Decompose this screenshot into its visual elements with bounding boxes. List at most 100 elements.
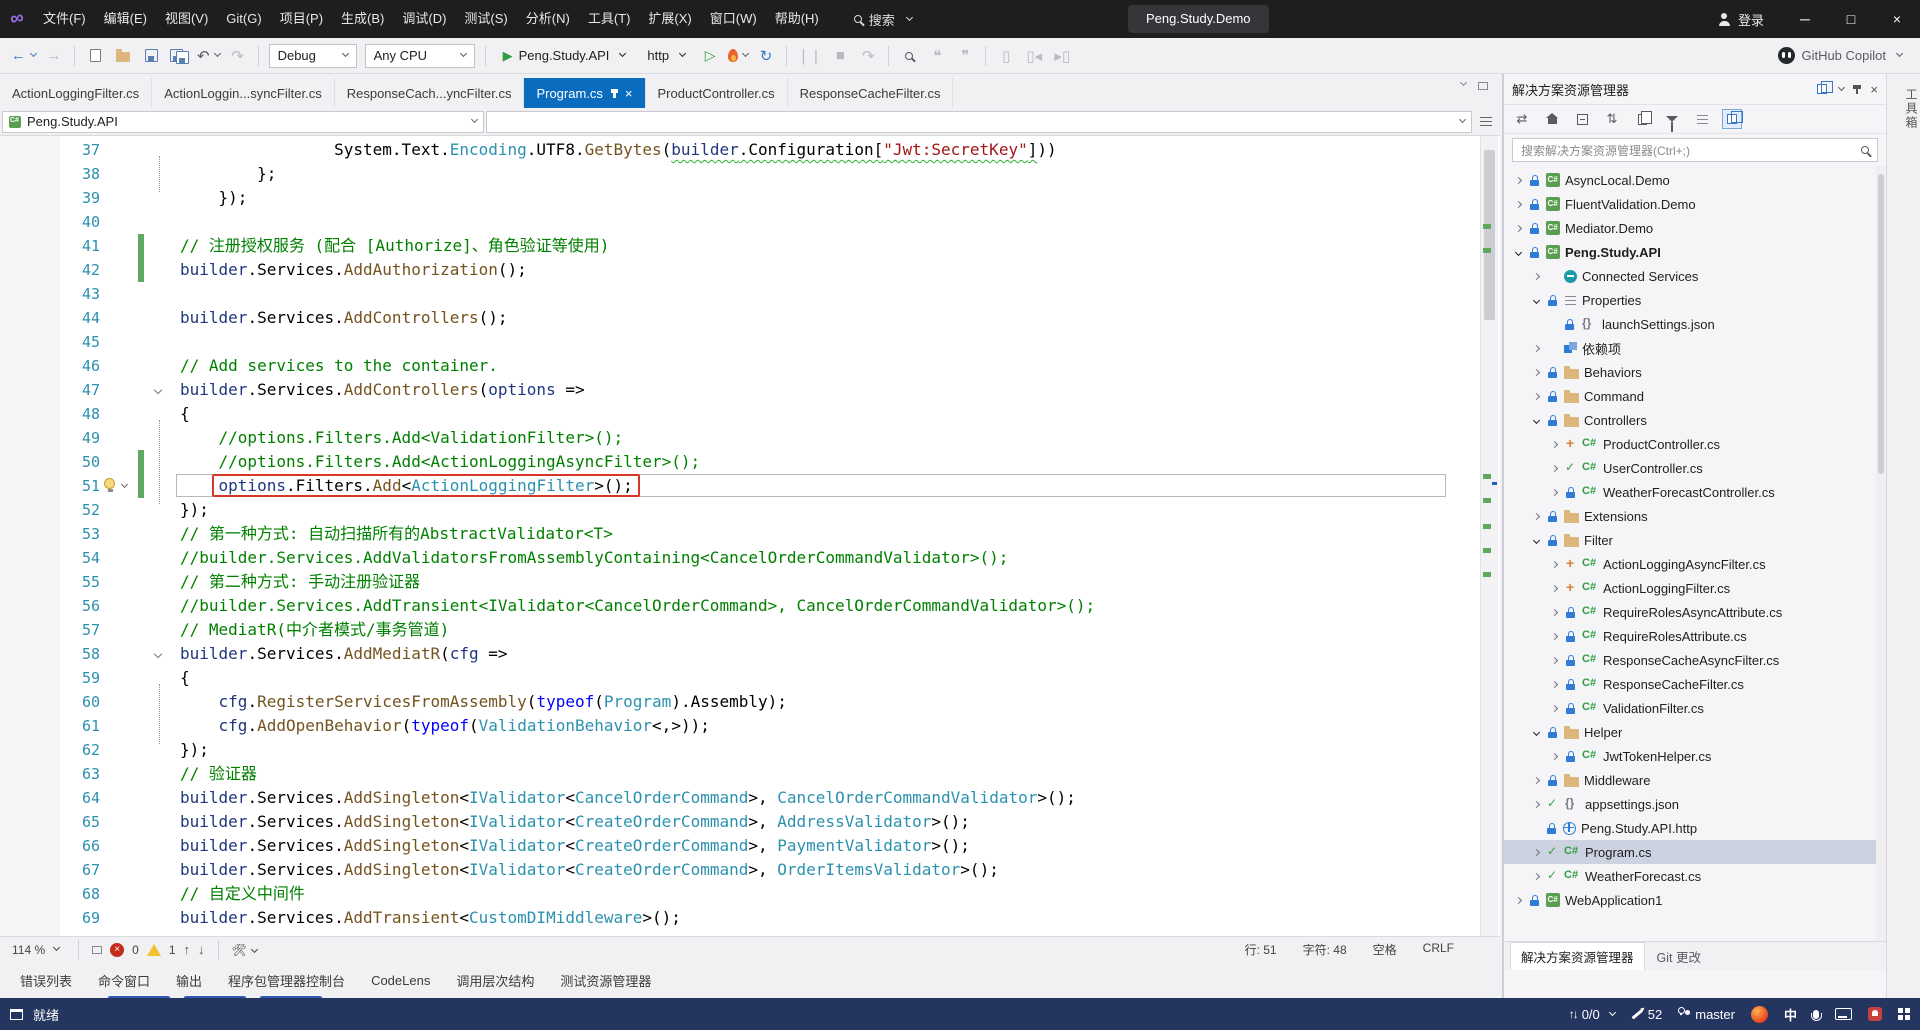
editor-scrollbar[interactable] [1480,136,1498,936]
uncomment-button[interactable]: ❞ [952,43,978,69]
document-health-icon[interactable] [92,945,103,954]
project-dropdown[interactable]: Peng.Study.API [2,110,484,133]
code-line-69[interactable]: 69 builder.Services.AddTransient<CustomDI… [0,906,1500,930]
collapse-arrow-icon[interactable] [1532,296,1541,304]
code-cleanup-button[interactable]: 🛠 [232,943,258,957]
expand-arrow-icon[interactable] [1514,176,1523,184]
solution-search-input[interactable]: 搜索解决方案资源管理器(Ctrl+;) [1512,138,1878,162]
line-number[interactable]: 67 [0,858,100,882]
tree-item[interactable]: Extensions [1504,504,1886,528]
layout-button[interactable] [1898,1008,1910,1020]
tree-item[interactable]: launchSettings.json [1504,312,1886,336]
line-number[interactable]: 37 [0,138,100,162]
collapse-arrow-icon[interactable] [1514,248,1523,256]
touch-keyboard-button[interactable] [1835,1008,1852,1020]
expand-arrow-icon[interactable] [1550,488,1559,496]
expand-arrow-icon[interactable] [1532,272,1541,280]
code-line-64[interactable]: 64 builder.Services.AddSingleton<IValidat… [0,786,1500,810]
line-number[interactable]: 57 [0,618,100,642]
line-number[interactable]: 69 [0,906,100,930]
code-line-41[interactable]: 41 // 注册授权服务 (配合 [Authorize]、角色验证等使用) [0,234,1500,258]
open-file-button[interactable] [110,43,136,69]
close-button[interactable]: × [1874,0,1920,38]
tree-item[interactable]: Behaviors [1504,360,1886,384]
switch-views-icon[interactable] [1816,81,1833,94]
tree-item[interactable]: Program.cs [1504,840,1886,864]
panel-tab[interactable]: 程序包管理器控制台 [218,966,355,995]
tree-item[interactable]: Connected Services [1504,264,1886,288]
sync-icon[interactable]: ⇄ [1512,109,1532,129]
code-line-62[interactable]: 62}); [0,738,1500,762]
expand-arrow-icon[interactable] [1514,224,1523,232]
line-number[interactable]: 54 [0,546,100,570]
eol-indicator[interactable]: CRLF [1423,941,1454,958]
code-line-60[interactable]: 60 cfg.RegisterServicesFromAssembly(type… [0,690,1500,714]
line-number[interactable]: 41 [0,234,100,258]
line-number[interactable]: 48 [0,402,100,426]
expand-arrow-icon[interactable] [1550,560,1559,568]
code-line-42[interactable]: 42 builder.Services.AddAuthorization(); [0,258,1500,282]
doc-tab[interactable]: ResponseCacheFilter.cs [787,78,954,108]
code-line-65[interactable]: 65 builder.Services.AddSingleton<IValidat… [0,810,1500,834]
char-indicator[interactable]: 字符: 48 [1303,941,1347,958]
menu-item[interactable]: 测试(S) [455,0,516,38]
tool-window-tab[interactable]: Git 更改 [1647,943,1711,970]
code-line-61[interactable]: 61 cfg.AddOpenBehavior(typeof(Validation… [0,714,1500,738]
line-number[interactable]: 53 [0,522,100,546]
code-line-47[interactable]: 47 builder.Services.AddControllers(option… [0,378,1500,402]
pin-icon[interactable] [610,88,618,98]
next-issue-button[interactable]: ↓ [198,942,205,957]
platform-dropdown[interactable]: Any CPU [364,43,475,68]
notifications-button[interactable] [1868,1007,1882,1021]
expand-arrow-icon[interactable] [1550,440,1559,448]
panel-tab[interactable]: 测试资源管理器 [550,966,661,995]
configuration-dropdown[interactable]: Debug [268,43,357,68]
comment-button[interactable]: ❝ [924,43,950,69]
menu-item[interactable]: 调试(D) [393,0,455,38]
collapse-all-icon[interactable] [1572,109,1592,129]
tree-item[interactable]: Peng.Study.API.http [1504,816,1886,840]
panel-tab[interactable]: 输出 [166,966,212,995]
tree-item[interactable]: ResponseCacheFilter.cs [1504,672,1886,696]
code-line-45[interactable]: 45 [0,330,1500,354]
tree-scrollbar-thumb[interactable] [1878,174,1884,474]
tree-item[interactable]: appsettings.json [1504,792,1886,816]
fold-collapse-icon[interactable] [153,649,163,659]
minimize-button[interactable]: ─ [1782,0,1828,38]
line-number[interactable]: 44 [0,306,100,330]
code-line-57[interactable]: 57 // MediatR(中介者模式/事务管道) [0,618,1500,642]
expand-arrow-icon[interactable] [1550,632,1559,640]
line-number[interactable]: 46 [0,354,100,378]
line-number[interactable]: 59 [0,666,100,690]
tree-item[interactable]: Controllers [1504,408,1886,432]
line-number[interactable]: 58 [0,642,100,666]
launch-profile-dropdown[interactable]: http [639,43,693,69]
tree-scrollbar[interactable] [1876,166,1886,941]
undo-button[interactable]: ↶ [194,43,223,69]
tree-item[interactable]: 依赖项 [1504,336,1886,360]
new-project-button[interactable] [82,43,108,69]
search-button[interactable]: 搜索 [842,6,924,33]
line-number[interactable]: 38 [0,162,100,186]
line-number[interactable]: 50 [0,450,100,474]
menu-item[interactable]: 生成(B) [332,0,393,38]
navigate-back-button[interactable]: ← [8,43,39,69]
zoom-dropdown[interactable]: 114 % [6,943,65,957]
tree-item[interactable]: ActionLoggingFilter.cs [1504,576,1886,600]
expand-arrow-icon[interactable] [1550,680,1559,688]
window-position-icon[interactable] [1837,83,1845,91]
tree-item[interactable]: WeatherForecast.cs [1504,864,1886,888]
properties-icon[interactable] [1692,109,1712,129]
line-number[interactable]: 49 [0,426,100,450]
tree-item[interactable]: JwtTokenHelper.cs [1504,744,1886,768]
expand-arrow-icon[interactable] [1532,368,1541,376]
restart-button[interactable]: ↻ [753,43,779,69]
line-number[interactable]: 62 [0,738,100,762]
git-branch-button[interactable]: master [1678,1007,1735,1022]
spaces-indicator[interactable]: 空格 [1373,941,1397,958]
menu-item[interactable]: 视图(V) [156,0,217,38]
tree-item[interactable]: AsyncLocal.Demo [1504,168,1886,192]
expand-arrow-icon[interactable] [1550,608,1559,616]
line-number[interactable]: 43 [0,282,100,306]
filter-icon[interactable] [1662,109,1682,132]
